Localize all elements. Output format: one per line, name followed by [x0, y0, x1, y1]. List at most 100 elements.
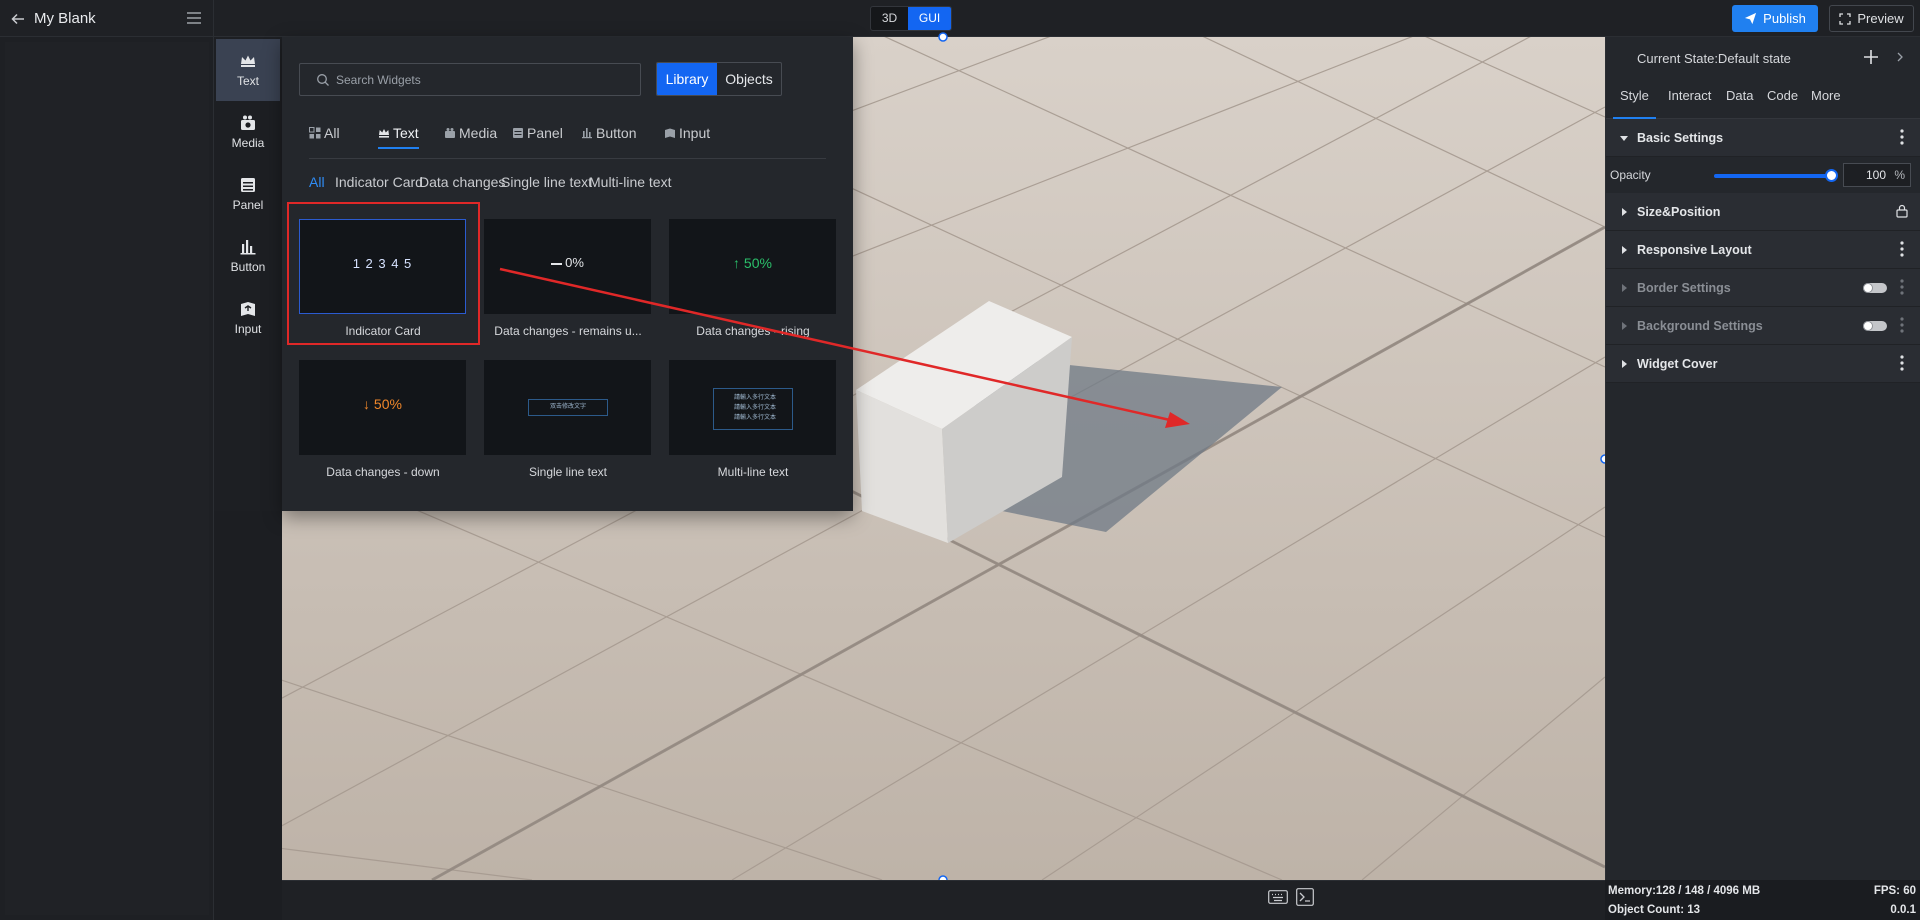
chevron-right-icon[interactable] [1896, 52, 1904, 62]
lock-icon[interactable] [1896, 204, 1908, 218]
widget-card-multi-line[interactable]: 請輸入多行文本 請輸入多行文本 請輸入多行文本 Multi-line text [669, 360, 837, 479]
type-tab-button-label: Button [596, 125, 637, 141]
property-tabs: Style Interact Data Code More [1606, 81, 1920, 119]
search-input[interactable] [336, 69, 626, 91]
opacity-unit: % [1894, 168, 1905, 182]
more-vertical-icon[interactable] [1900, 129, 1904, 145]
opacity-slider-handle[interactable] [1825, 169, 1838, 182]
terminal-icon[interactable] [1296, 888, 1314, 906]
type-tab-all-label: All [324, 125, 340, 141]
section-border-settings[interactable]: Border Settings [1606, 269, 1920, 307]
card-preview: 0% [484, 219, 651, 314]
bars-icon [240, 240, 256, 255]
widget-card-single-line[interactable]: 双击修改文字 Single line text [484, 360, 652, 479]
section-responsive-layout[interactable]: Responsive Layout [1606, 231, 1920, 269]
viewport-bottom-bar [282, 880, 1605, 920]
category-text-label: Text [236, 74, 259, 88]
panel-icon [241, 178, 255, 192]
menu-icon[interactable] [186, 11, 202, 25]
caret-right-icon [1622, 322, 1627, 330]
background-toggle[interactable] [1863, 321, 1887, 331]
section-basic-settings[interactable]: Basic Settings [1606, 119, 1920, 157]
panel-icon [513, 128, 523, 138]
selection-highlight [287, 202, 480, 345]
caret-right-icon [1622, 208, 1627, 216]
scene-tree-panel [0, 37, 214, 920]
type-tab-button[interactable]: Button [581, 120, 636, 146]
tab-style[interactable]: Style [1613, 81, 1656, 119]
card-label: Data changes - remains u... [494, 324, 642, 338]
tab-more[interactable]: More [1811, 81, 1841, 119]
preview-button[interactable]: Preview [1829, 5, 1914, 32]
input-icon [665, 128, 675, 138]
category-input[interactable]: Input [216, 287, 280, 349]
tab-data[interactable]: Data [1726, 81, 1753, 119]
tab-interact[interactable]: Interact [1668, 81, 1711, 119]
section-size-position[interactable]: Size&Position [1606, 193, 1920, 231]
category-text[interactable]: Text [216, 39, 280, 101]
mode-3d-button[interactable]: 3D [871, 7, 908, 30]
objects-tab[interactable]: Objects [717, 63, 781, 95]
caret-down-icon [1620, 136, 1628, 141]
scene-tree-area [5, 42, 209, 915]
category-button[interactable]: Button [216, 225, 280, 287]
sub-tab-indicator-card[interactable]: Indicator Card [335, 174, 423, 190]
status-bar: Memory:128 / 148 / 4096 MB FPS: 60 Objec… [1605, 880, 1920, 920]
opacity-value: 100 [1865, 168, 1886, 182]
tab-code[interactable]: Code [1767, 81, 1798, 119]
widget-library-panel: Library Objects All Text Media Panel But… [282, 37, 853, 511]
single-line-preview-box: 双击修改文字 [528, 399, 608, 416]
widget-category-rail: Text Media Panel Button Input [214, 37, 282, 511]
category-panel[interactable]: Panel [216, 163, 280, 225]
fps-status: FPS: 60 [1873, 885, 1916, 897]
category-media[interactable]: Media [216, 101, 280, 163]
opacity-slider-track[interactable] [1714, 174, 1829, 178]
mode-gui-button[interactable]: GUI [908, 7, 951, 30]
sub-tab-all[interactable]: All [309, 174, 325, 190]
crown-icon [379, 129, 389, 138]
type-tab-panel[interactable]: Panel [512, 120, 563, 146]
add-state-icon[interactable] [1863, 49, 1879, 65]
widget-card-data-rising[interactable]: ↑ 50% Data changes - rising [669, 219, 837, 338]
input-icon [241, 302, 255, 316]
opacity-label: Opacity [1610, 168, 1651, 182]
category-input-label: Input [234, 322, 262, 336]
widget-card-data-down[interactable]: ↓ 50% Data changes - down [299, 360, 467, 479]
type-tab-input[interactable]: Input [664, 120, 710, 146]
more-vertical-icon[interactable] [1900, 279, 1904, 295]
widget-search [299, 63, 641, 96]
card-preview: ↑ 50% [669, 219, 836, 314]
section-title: Basic Settings [1637, 131, 1724, 145]
type-tab-all[interactable]: All [309, 120, 340, 146]
project-title: My Blank [34, 10, 96, 27]
type-tab-input-label: Input [679, 125, 711, 141]
properties-panel: Current State:Default state Style Intera… [1605, 37, 1920, 880]
publish-button[interactable]: Publish [1732, 5, 1818, 32]
type-tab-media[interactable]: Media [444, 120, 497, 146]
sub-tab-single-line-text[interactable]: Single line text [501, 174, 592, 190]
border-toggle[interactable] [1863, 283, 1887, 293]
single-line-preview-text: 双击修改文字 [549, 404, 586, 410]
widget-card-data-remains[interactable]: 0% Data changes - remains u... [484, 219, 652, 338]
grid-icon [309, 127, 321, 139]
section-title: Size&Position [1637, 205, 1721, 219]
caret-right-icon [1622, 360, 1627, 368]
section-background-settings[interactable]: Background Settings [1606, 307, 1920, 345]
sub-tab-multi-line-text[interactable]: Multi-line text [589, 174, 671, 190]
section-title: Background Settings [1637, 319, 1763, 333]
keyboard-icon[interactable] [1268, 890, 1288, 904]
more-vertical-icon[interactable] [1900, 355, 1904, 371]
more-vertical-icon[interactable] [1900, 317, 1904, 333]
fullscreen-icon [1839, 12, 1852, 25]
send-icon [1745, 12, 1757, 25]
section-widget-cover[interactable]: Widget Cover [1606, 345, 1920, 383]
search-icon [317, 74, 329, 86]
card-label: Single line text [528, 465, 608, 479]
more-vertical-icon[interactable] [1900, 241, 1904, 257]
type-tab-text[interactable]: Text [378, 120, 419, 149]
opacity-input[interactable]: 100 % [1843, 163, 1911, 187]
back-arrow-icon[interactable] [10, 11, 26, 27]
sub-tab-data-changes[interactable]: Data changes [419, 174, 505, 190]
library-tab[interactable]: Library [657, 63, 717, 95]
remains-preview-text: 0% [565, 255, 584, 270]
